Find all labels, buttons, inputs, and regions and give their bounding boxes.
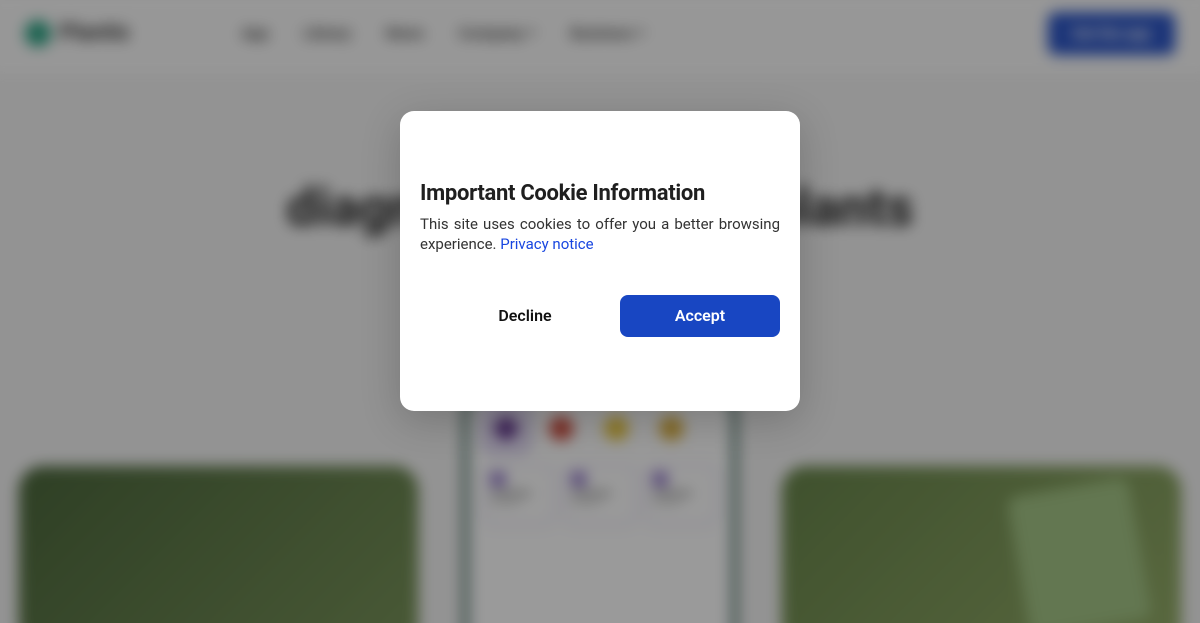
privacy-notice-link[interactable]: Privacy notice (500, 235, 593, 253)
accept-button[interactable]: Accept (620, 295, 780, 337)
cookie-modal: Important Cookie Information This site u… (400, 111, 800, 411)
modal-actions: Decline Accept (420, 295, 780, 337)
modal-description: This site uses cookies to offer you a be… (420, 214, 780, 255)
modal-description-text: This site uses cookies to offer you a be… (420, 215, 780, 253)
decline-button[interactable]: Decline (440, 295, 610, 337)
modal-title: Important Cookie Information (420, 181, 780, 206)
page-root: Plantix App Library News Company Busines… (0, 0, 1200, 623)
